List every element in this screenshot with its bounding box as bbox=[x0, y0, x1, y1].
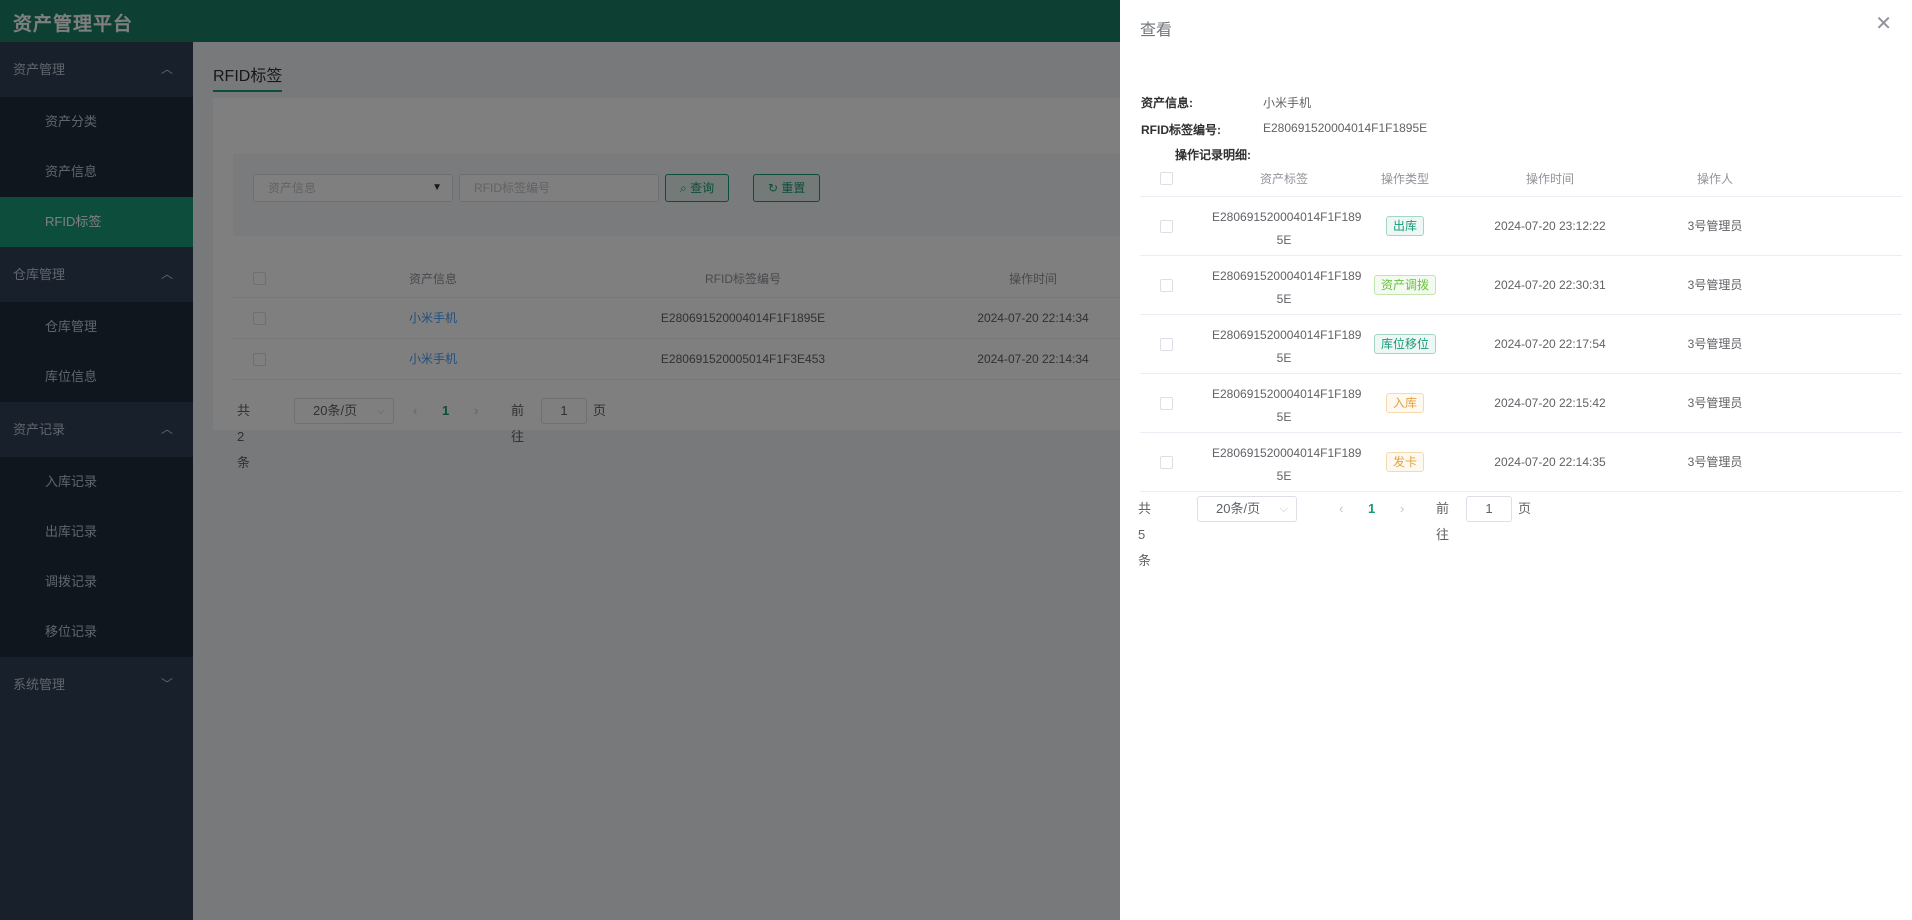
asset-tag-line: E280691520004014F1F189 bbox=[1212, 387, 1362, 401]
time-cell: 2024-07-20 22:14:35 bbox=[1494, 455, 1606, 469]
view-drawer: 查看 ✕ 资产信息: 小米手机 RFID标签编号: E2806915200040… bbox=[1120, 0, 1912, 920]
table-row: E280691520004014F1F189 5E 出库 2024-07-20 23:… bbox=[1140, 197, 1902, 256]
operator-cell: 3号管理员 bbox=[1687, 219, 1743, 233]
row-checkbox[interactable] bbox=[1160, 338, 1173, 351]
operator-cell: 3号管理员 bbox=[1687, 396, 1743, 410]
operation-type-badge: 资产调拨 bbox=[1373, 275, 1436, 295]
operation-type-badge: 发卡 bbox=[1385, 452, 1424, 472]
prev-page-icon[interactable]: ‹ bbox=[1339, 496, 1343, 522]
type-cell: 入库 bbox=[1355, 374, 1455, 433]
asset-tag-line: E280691520004014F1F189 bbox=[1212, 210, 1362, 224]
page-number[interactable]: 1 bbox=[1368, 496, 1375, 522]
records-table: 资产标签 操作类型 操作时间 操作人 E280691520004014F1F18… bbox=[1140, 158, 1902, 492]
asset-info-label: 资产信息: bbox=[1141, 96, 1193, 110]
time-cell: 2024-07-20 22:30:31 bbox=[1494, 278, 1606, 292]
column-header: 操作时间 bbox=[1525, 172, 1574, 186]
rfid-label: RFID标签编号: bbox=[1141, 123, 1221, 137]
records-table-body: E280691520004014F1F189 5E 出库 2024-07-20 23:… bbox=[1140, 197, 1902, 492]
row-checkbox[interactable] bbox=[1160, 220, 1173, 233]
page-unit-label: 页 bbox=[1518, 501, 1532, 516]
operator-cell: 3号管理员 bbox=[1687, 337, 1743, 351]
row-checkbox[interactable] bbox=[1160, 279, 1173, 292]
goto-page-input[interactable]: 1 bbox=[1466, 496, 1512, 522]
goto-label: 前往 bbox=[1436, 501, 1450, 542]
operation-type-badge: 入库 bbox=[1385, 393, 1424, 413]
asset-tag-line: 5E bbox=[1276, 233, 1292, 247]
column-header: 操作人 bbox=[1696, 172, 1733, 186]
page-size-select[interactable]: 20条/页 ⌵ bbox=[1197, 496, 1297, 522]
asset-tag-line: E280691520004014F1F189 bbox=[1212, 269, 1362, 283]
asset-tag-line: 5E bbox=[1276, 351, 1292, 365]
app-root: 资产管理平台 资产管理 ︿ 资产分类 资产信息 RFID标签 仓库管理 ︿ 仓库… bbox=[0, 0, 1912, 920]
next-page-icon[interactable]: › bbox=[1400, 496, 1404, 522]
asset-tag-line: 5E bbox=[1276, 469, 1292, 483]
row-checkbox[interactable] bbox=[1160, 397, 1173, 410]
type-cell: 资产调拨 bbox=[1355, 256, 1455, 315]
asset-tag-cell: E280691520004014F1F189 5E bbox=[1212, 383, 1362, 429]
operation-type-badge: 库位移位 bbox=[1373, 334, 1436, 354]
table-row: E280691520004014F1F189 5E 入库 2024-07-20 22:… bbox=[1140, 374, 1902, 433]
table-row: E280691520004014F1F189 5E 资产调拨 2024-07-20 2… bbox=[1140, 256, 1902, 315]
rfid-value: E280691520004014F1F1895E bbox=[1263, 121, 1428, 135]
asset-tag-line: E280691520004014F1F189 bbox=[1212, 446, 1362, 460]
time-cell: 2024-07-20 22:17:54 bbox=[1494, 337, 1606, 351]
asset-tag-cell: E280691520004014F1F189 5E bbox=[1212, 265, 1362, 311]
page-size-value: 20条/页 bbox=[1216, 501, 1261, 516]
operator-cell: 3号管理员 bbox=[1687, 455, 1743, 469]
asset-tag-line: E280691520004014F1F189 bbox=[1212, 328, 1362, 342]
asset-tag-line: 5E bbox=[1276, 292, 1292, 306]
column-header: 操作类型 bbox=[1380, 172, 1429, 186]
row-checkbox[interactable] bbox=[1160, 456, 1173, 469]
table-row: E280691520004014F1F189 5E 发卡 2024-07-20 22:… bbox=[1140, 433, 1902, 492]
chevron-down-icon: ⌵ bbox=[1279, 503, 1288, 515]
drawer-title: 查看 bbox=[1140, 22, 1173, 39]
asset-tag-cell: E280691520004014F1F189 5E bbox=[1212, 206, 1362, 252]
operation-type-badge: 出库 bbox=[1385, 216, 1424, 236]
asset-tag-line: 5E bbox=[1276, 410, 1292, 424]
type-cell: 发卡 bbox=[1355, 433, 1455, 492]
close-icon[interactable]: ✕ bbox=[1875, 14, 1892, 34]
select-all-checkbox[interactable] bbox=[1160, 172, 1173, 185]
time-cell: 2024-07-20 22:15:42 bbox=[1494, 396, 1606, 410]
asset-info-value: 小米手机 bbox=[1263, 96, 1312, 110]
type-cell: 库位移位 bbox=[1355, 315, 1455, 374]
time-cell: 2024-07-20 23:12:22 bbox=[1494, 219, 1606, 233]
column-header: 资产标签 bbox=[1259, 172, 1308, 186]
asset-tag-cell: E280691520004014F1F189 5E bbox=[1212, 324, 1362, 370]
operator-cell: 3号管理员 bbox=[1687, 278, 1743, 292]
records-table-header: 资产标签 操作类型 操作时间 操作人 bbox=[1140, 158, 1902, 197]
asset-tag-cell: E280691520004014F1F189 5E bbox=[1212, 442, 1362, 488]
pagination-total: 共 5 条 bbox=[1138, 501, 1152, 568]
type-cell: 出库 bbox=[1355, 197, 1455, 256]
table-row: E280691520004014F1F189 5E 库位移位 2024-07-20 2… bbox=[1140, 315, 1902, 374]
